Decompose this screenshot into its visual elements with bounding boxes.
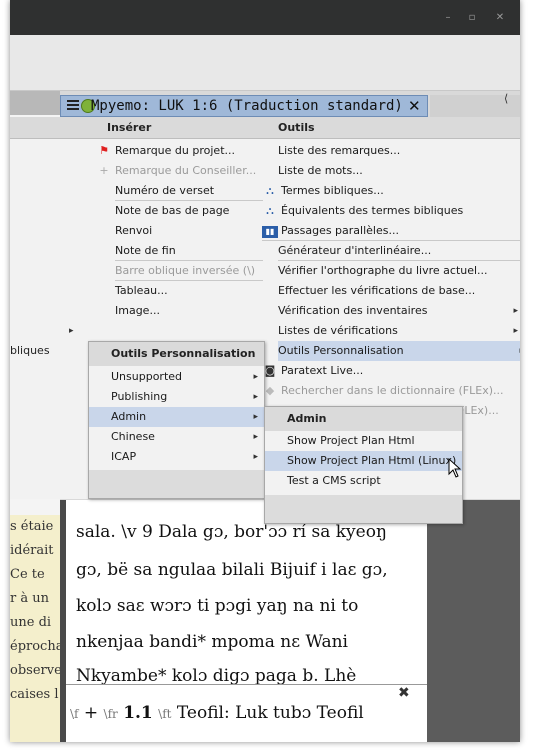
menu-item-interlinearizer[interactable]: Générateur d'interlinéaire... [278, 241, 520, 261]
submenu-arrow-icon: ▸ [253, 452, 258, 462]
red-flag-icon: ⚑ [99, 144, 109, 157]
parallel-passages-icon: ▮▮ [262, 226, 278, 238]
menu-item-icap[interactable]: ICAP ▸ [89, 447, 264, 467]
title-bar: – ▫ ✕ [10, 0, 520, 35]
menu-item-chinese[interactable]: Chinese ▸ [89, 427, 264, 447]
menu-item-inventory-checks[interactable]: Vérification des inventaires ▸ [278, 301, 520, 321]
submenu-arrow-icon: ▸ [513, 326, 518, 336]
menu-item-publishing[interactable]: Publishing ▸ [89, 387, 264, 407]
submenu-arrow-icon: ▸ [513, 306, 518, 316]
menu-item-basic-checks[interactable]: Effectuer les vérifications de base... [278, 281, 520, 301]
menu-item-checklists[interactable]: Listes de vérifications ▸ [278, 321, 520, 341]
menu-item-endnote[interactable]: Note de fin [115, 241, 263, 261]
menu-item-parallel-passages[interactable]: ▮▮ Passages parallèles... [262, 221, 520, 241]
menu-tools[interactable]: Outils [278, 121, 315, 134]
menu-item-footnote[interactable]: Note de bas de page [115, 201, 263, 221]
editor-line: nkenjaa bandi* mpoma nɛ Wani [76, 632, 348, 652]
menu-item-show-project-plan-linux[interactable]: Show Project Plan Html (Linux) [265, 451, 462, 471]
menu-item-table[interactable]: Tableau... [115, 281, 263, 301]
custom-tools-submenu: Outils Personnalisation Unsupported ▸ Pub… [88, 341, 265, 499]
menu-item-spell-check[interactable]: Vérifier l'orthographe du livre actuel..… [278, 261, 520, 281]
scripture-line: Ce te [10, 567, 45, 582]
hamburger-menu-icon[interactable] [67, 100, 79, 112]
biblical-terms-icon: ⛬ [266, 204, 274, 217]
menu-item-biblical-terms[interactable]: ⛬ Termes bibliques... [262, 181, 520, 201]
toolbar-area [10, 35, 520, 91]
submenu-arrow-icon: ▸ [253, 432, 258, 442]
menu-item-image[interactable]: Image... [115, 301, 263, 321]
editor-line: sala. \v 9 Dala gɔ, bor'ɔɔ rí sa kyeoŋ [76, 522, 387, 542]
scripture-line: éprocha [10, 639, 60, 654]
menu-item-word-list[interactable]: Liste de mots... [278, 161, 520, 181]
menu-item-admin[interactable]: Admin ▸ [89, 407, 264, 427]
footnote-pane[interactable]: ✖ \f + \fr 1.1 \ft Teofil: Luk tubɔ Teof… [66, 684, 427, 742]
menu-bar: Insérer Outils [10, 117, 520, 139]
maximize-button[interactable]: ▫ [466, 12, 478, 24]
menu-item-verse-number[interactable]: Numéro de verset [115, 181, 263, 201]
editor-line: kolɔ saɛ wɔrɔ ti pɔgi yaŋ na ni to [76, 596, 359, 616]
tab-title: Mpyemo: LUK 1:6 (Traduction standard) [91, 98, 403, 114]
partial-label: bliques [10, 344, 50, 357]
editor-line: gɔ, bë sa ngulaa bilali Bijuif i laɛ gɔ, [76, 560, 388, 580]
close-footnote-button[interactable]: ✖ [398, 685, 410, 701]
editor-tab[interactable]: Mpyemo: LUK 1:6 (Traduction standard) ✕ [60, 95, 428, 117]
plus-icon: + [99, 164, 109, 177]
submenu-footer [89, 470, 264, 498]
submenu-header: Outils Personnalisation [89, 342, 264, 366]
scripture-line: une di [10, 615, 52, 630]
right-pane [427, 500, 520, 742]
menu-item-consultant-note: + Remarque du Conseiller... [96, 161, 261, 181]
submenu-arrow-icon: ▸ [253, 392, 258, 402]
submenu-arrow-icon: ▸ [253, 372, 258, 382]
menu-item-unsupported[interactable]: Unsupported ▸ [89, 367, 264, 387]
biblical-terms-icon: ⛬ [266, 184, 274, 197]
menu-item-cross-reference[interactable]: Renvoi [115, 221, 263, 241]
menu-item-test-cms-script[interactable]: Test a CMS script [265, 471, 462, 491]
menu-item-notes-list[interactable]: Liste des remarques... [278, 141, 520, 161]
footnote-text: \f + \fr 1.1 \ft Teofil: Luk tubɔ Teofil [70, 703, 364, 723]
menu-item-dictionary-search: ◆ Rechercher dans le dictionnaire (FLEx).… [262, 381, 520, 401]
scripture-line: r à un [10, 591, 49, 606]
close-tab-button[interactable]: ✕ [408, 97, 421, 115]
application-window: – ▫ ✕ s étaie idérait Ce te r à un une d… [10, 0, 520, 742]
left-scripture-pane: s étaie idérait Ce te r à un une di épro… [10, 515, 60, 742]
menu-item-flex-partial: FLEx)... [458, 404, 499, 417]
close-window-button[interactable]: ✕ [494, 12, 506, 24]
tools-menu: Liste des remarques... Liste de mots... … [262, 139, 520, 417]
editor-line: Nkyambe* kolɔ digɔ paga b. Lhè [76, 666, 357, 686]
menu-item-backslash: Barre oblique inversée (\) [115, 261, 263, 281]
left-pane-tab[interactable] [10, 91, 60, 115]
submenu-arrow-icon: ▸ [69, 326, 74, 336]
scripture-line: s étaie [10, 519, 54, 534]
menu-item-show-project-plan[interactable]: Show Project Plan Html [265, 431, 462, 451]
menu-item-biblical-terms-renderings[interactable]: ⛬ Équivalents des termes bibliques [262, 201, 520, 221]
submenu-arrow-icon: ▸ [253, 412, 258, 422]
submenu-arrow-icon: ▸ [519, 341, 520, 361]
menu-item-custom-tools[interactable]: Outils Personnalisation▸ [278, 341, 520, 361]
scripture-line: caises l [10, 687, 59, 702]
scripture-line: observe [10, 663, 60, 678]
submenu-header: Admin [265, 407, 462, 431]
admin-submenu: Admin Show Project Plan Html Show Projec… [264, 406, 463, 524]
scripture-line: idérait [10, 543, 54, 558]
minimize-button[interactable]: – [442, 12, 454, 24]
menu-item-paratext-live[interactable]: ◙ Paratext Live... [262, 361, 520, 381]
pane-arrow-icon[interactable]: ⟨ [504, 92, 508, 105]
mouse-cursor-icon [448, 458, 462, 478]
submenu-footer [265, 495, 462, 523]
menu-item-project-note[interactable]: ⚑ Remarque du projet... [96, 141, 261, 161]
insert-menu: ⚑ Remarque du projet... + Remarque du Cons… [93, 139, 263, 339]
menu-insert[interactable]: Insérer [107, 121, 151, 134]
